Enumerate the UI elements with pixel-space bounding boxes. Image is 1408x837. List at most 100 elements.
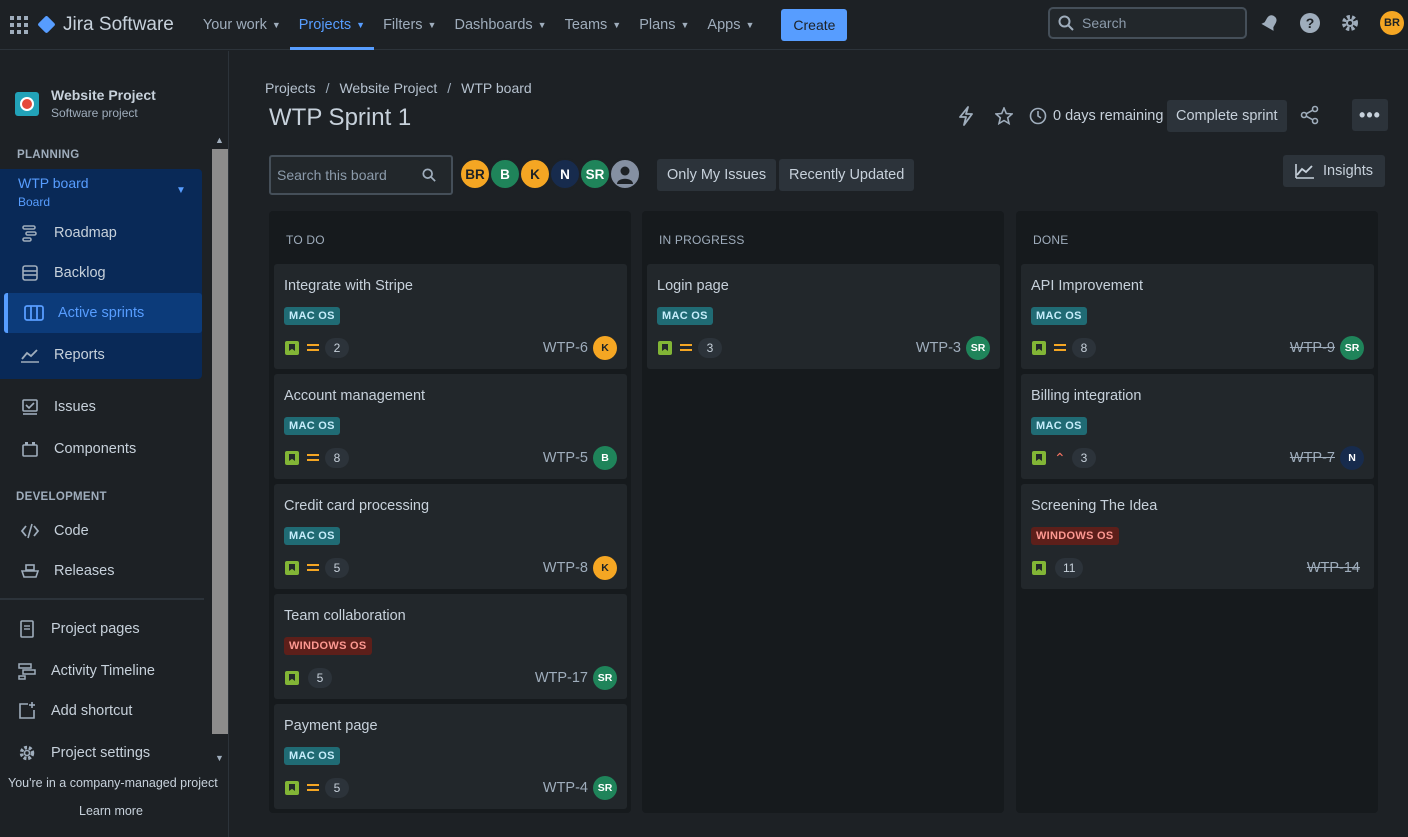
issue-key[interactable]: WTP-7 [1290, 450, 1335, 466]
timeline-icon [17, 661, 37, 681]
page-title: WTP Sprint 1 [269, 104, 412, 131]
assignee-avatar[interactable]: SR [1340, 336, 1364, 360]
avatar[interactable]: N [549, 158, 581, 190]
notifications-icon[interactable] [1259, 12, 1281, 34]
breadcrumb-item[interactable]: Website Project [339, 80, 437, 96]
assignee-avatar[interactable]: SR [966, 336, 990, 360]
assignee-avatar[interactable]: K [593, 556, 617, 580]
avatar[interactable]: K [519, 158, 551, 190]
breadcrumb-item[interactable]: WTP board [461, 80, 532, 96]
complete-sprint-button[interactable]: Complete sprint [1167, 100, 1287, 132]
nav-your-work[interactable]: Your work ▼ [194, 0, 290, 50]
sidebar-item-backlog[interactable]: Backlog [0, 254, 200, 292]
code-icon [20, 521, 40, 541]
sidebar-item-issues[interactable]: Issues [0, 388, 200, 426]
issue-card[interactable]: Screening The Idea WINDOWS OS 11 WTP-14 [1021, 484, 1374, 589]
issue-card[interactable]: Login page MAC OS 3 WTP-3 SR [647, 264, 1000, 369]
insights-button[interactable]: Insights [1283, 155, 1385, 187]
assignee-avatar[interactable]: N [1340, 446, 1364, 470]
sidebar-item-project-pages[interactable]: Project pages [0, 610, 200, 648]
issue-card[interactable]: Credit card processing MAC OS 5 WTP-8 K [274, 484, 627, 589]
board-selector[interactable]: WTP board Board [18, 175, 89, 209]
sidebar-item-code[interactable]: Code [0, 512, 200, 550]
breadcrumb-item[interactable]: Projects [265, 80, 316, 96]
sidebar-item-label: Activity Timeline [51, 663, 155, 679]
avatar[interactable]: BR [459, 158, 491, 190]
app-switcher-icon[interactable] [10, 15, 28, 34]
unassigned-avatar-icon[interactable] [609, 158, 641, 190]
only-my-issues-button[interactable]: Only My Issues [657, 159, 777, 191]
sidebar-item-project-settings[interactable]: Project settings [0, 734, 200, 772]
nav-apps[interactable]: Apps ▼ [698, 0, 763, 50]
nav-dashboards[interactable]: Dashboards ▼ [445, 0, 555, 50]
story-points: 5 [325, 778, 349, 798]
sidebar-item-label: Backlog [54, 265, 106, 281]
sidebar-item-add-shortcut[interactable]: Add shortcut [0, 692, 200, 730]
assignee-avatar[interactable]: SR [593, 776, 617, 800]
scrollbar-thumb[interactable] [212, 149, 228, 734]
global-search[interactable] [1048, 7, 1247, 39]
issue-key[interactable]: WTP-4 [543, 780, 588, 796]
jira-logo[interactable]: Jira Software [37, 14, 174, 36]
column-todo: TO DO Integrate with Stripe MAC OS 2 WTP-6 K… [269, 211, 631, 813]
sidebar-item-releases[interactable]: Releases [0, 552, 200, 590]
nav-plans[interactable]: Plans ▼ [630, 0, 698, 50]
help-icon[interactable]: ? [1299, 12, 1321, 34]
project-header[interactable]: Website Project Software project [15, 87, 156, 120]
issue-card[interactable]: Integrate with Stripe MAC OS 2 WTP-6 K [274, 264, 627, 369]
issue-card[interactable]: Team collaboration WINDOWS OS 5 WTP-17 SR [274, 594, 627, 699]
recently-updated-button[interactable]: Recently Updated [779, 159, 915, 191]
avatar[interactable]: SR [579, 158, 611, 190]
sidebar-item-reports[interactable]: Reports [0, 336, 200, 374]
assignee-avatar[interactable]: B [593, 446, 617, 470]
issue-key[interactable]: WTP-6 [543, 340, 588, 356]
sidebar-item-activity-timeline[interactable]: Activity Timeline [0, 652, 200, 690]
assignee-filter-avatars: BR B K N SR [459, 158, 641, 190]
issue-key[interactable]: WTP-3 [916, 340, 961, 356]
automation-lightning-icon[interactable] [957, 106, 975, 131]
assignee-avatar[interactable]: SR [593, 666, 617, 690]
story-bookmark-icon [658, 341, 672, 355]
more-actions-button[interactable]: ••• [1352, 99, 1388, 131]
scroll-down-icon[interactable]: ▼ [215, 753, 224, 763]
star-icon[interactable] [994, 105, 1014, 130]
board-search-input[interactable] [277, 167, 422, 183]
settings-gear-icon[interactable] [1339, 12, 1361, 34]
chevron-down-icon: ▼ [271, 19, 281, 30]
sidebar-scrollbar[interactable]: ▲ ▼ [212, 133, 228, 767]
story-points: 11 [1055, 558, 1084, 578]
issue-card[interactable]: Account management MAC OS 8 WTP-5 B [274, 374, 627, 479]
nav-projects[interactable]: Projects ▼ [289, 0, 375, 50]
nav-teams[interactable]: Teams ▼ [556, 0, 631, 50]
story-points: 5 [308, 668, 332, 688]
column-in-progress: IN PROGRESS Login page MAC OS 3 WTP-3 SR [642, 211, 1004, 813]
issue-key[interactable]: WTP-5 [543, 450, 588, 466]
issue-label: MAC OS [284, 747, 340, 765]
issue-card[interactable]: Payment page MAC OS 5 WTP-4 SR [274, 704, 627, 809]
issue-card[interactable]: Billing integration MAC OS ⌃ 3 WTP-7 N [1021, 374, 1374, 479]
issue-key[interactable]: WTP-17 [535, 670, 588, 686]
chevron-down-icon[interactable]: ▼ [176, 185, 186, 196]
planning-section-label: PLANNING [17, 149, 80, 161]
issue-card[interactable]: API Improvement MAC OS 8 WTP-9 SR [1021, 264, 1374, 369]
user-avatar[interactable]: BR [1380, 11, 1404, 35]
board-search[interactable] [269, 155, 453, 195]
company-managed-note: You're in a company-managed project [8, 776, 218, 790]
sidebar-item-roadmap[interactable]: Roadmap [0, 214, 200, 252]
learn-more-link[interactable]: Learn more [79, 804, 143, 818]
issue-key[interactable]: WTP-9 [1290, 340, 1335, 356]
sidebar-divider [0, 598, 204, 600]
sidebar-item-components[interactable]: Components [0, 430, 200, 468]
issue-key[interactable]: WTP-14 [1307, 560, 1360, 576]
global-search-input[interactable] [1082, 15, 1232, 31]
nav-label: Apps [707, 16, 741, 33]
create-button[interactable]: Create [781, 8, 848, 41]
issue-key[interactable]: WTP-8 [543, 560, 588, 576]
assignee-avatar[interactable]: K [593, 336, 617, 360]
share-icon[interactable] [1300, 105, 1320, 130]
story-bookmark-icon [285, 561, 299, 575]
avatar[interactable]: B [489, 158, 521, 190]
nav-filters[interactable]: Filters ▼ [374, 0, 445, 50]
scroll-up-icon[interactable]: ▲ [215, 135, 224, 145]
sidebar-item-active-sprints[interactable]: Active sprints [4, 293, 202, 333]
